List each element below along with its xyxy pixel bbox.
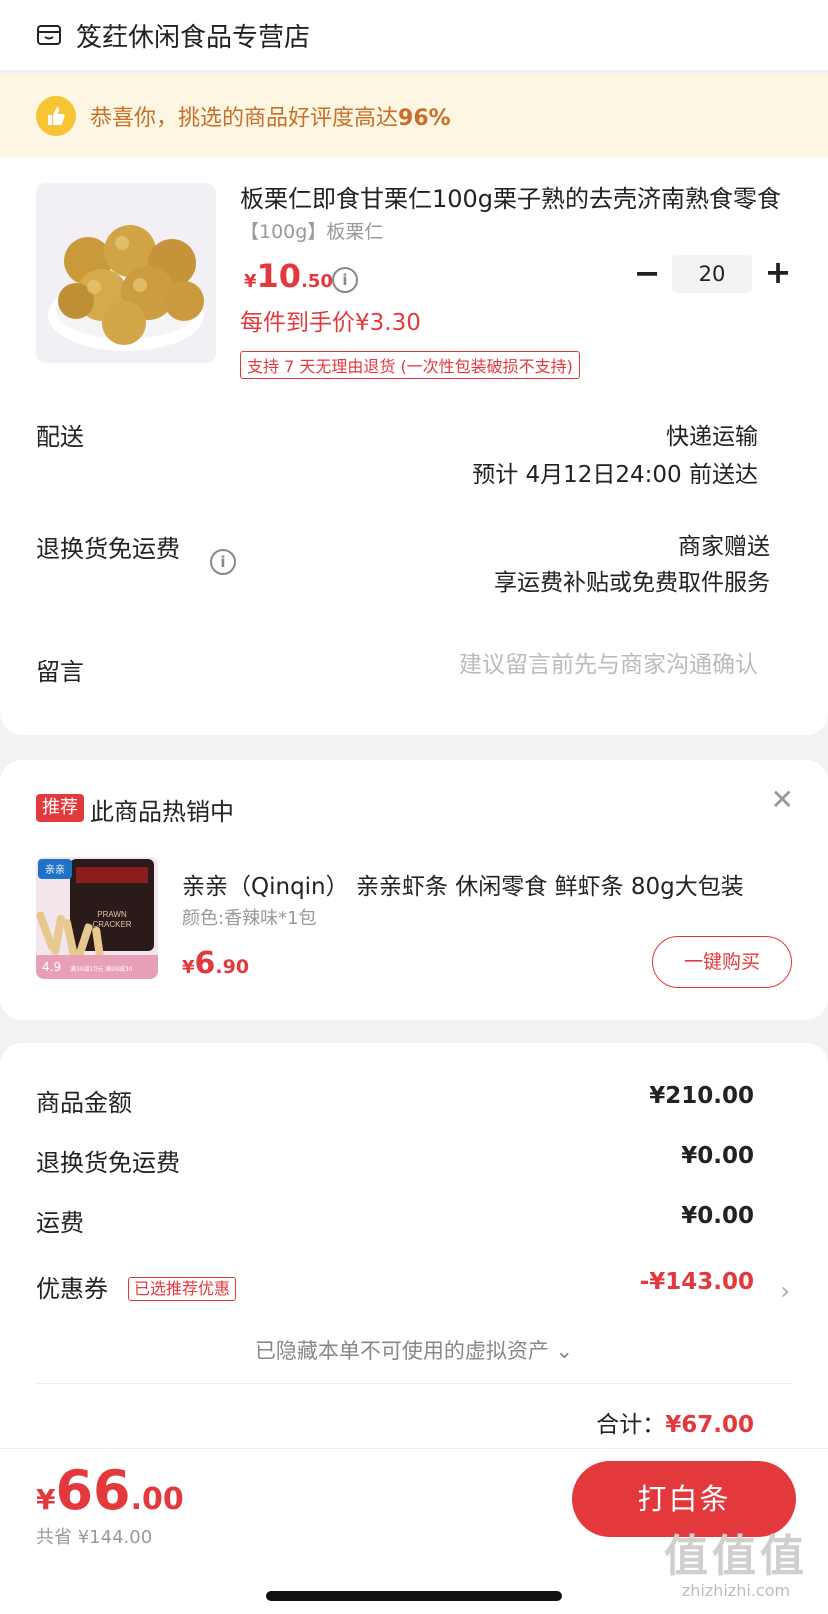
praise-percent: 96% [398, 106, 451, 131]
order-card: 板栗仁即食甘栗仁100g栗子熟的去壳济南熟食零食 【100g】板栗仁 ¥ 10 … [0, 157, 828, 735]
price-decimal: .50 [301, 271, 333, 292]
return-shipping-info-icon[interactable]: i [210, 549, 236, 575]
goods-amount-value: ¥210.00 [649, 1083, 754, 1109]
return-shipping-note: 享运费补贴或免费取件服务 [494, 570, 770, 596]
close-icon[interactable]: ✕ [771, 784, 794, 816]
coupon-label[interactable]: 优惠券 [36, 1269, 108, 1304]
product-image[interactable] [36, 183, 216, 363]
thumbs-up-icon [36, 96, 76, 136]
pay-button[interactable]: 打白条 [572, 1461, 796, 1537]
recommend-product-image[interactable]: PRAWN CRACKER 亲亲 4.9 满39减10元 满99减30 [36, 857, 158, 979]
price-currency: ¥ [244, 271, 257, 292]
coupon-value[interactable]: -¥143.00 [640, 1269, 754, 1295]
chestnut-illustration [36, 183, 216, 363]
freight-label: 运费 [36, 1209, 84, 1237]
return-shipping-fee-value: ¥0.00 [681, 1143, 754, 1169]
product-spec[interactable]: 【100g】板栗仁 [240, 217, 383, 244]
recommend-product-name[interactable]: 亲亲（Qinqin） 亲亲虾条 休闲零食 鲜虾条 80g大包装 [182, 867, 792, 901]
return-policy-tag: 支持 7 天无理由退货 (一次性包装破损不支持) [240, 351, 580, 379]
order-summary-card: 商品金额 ¥210.00 退换货免运费 ¥0.00 运费 ¥0.00 优惠券 已… [0, 1043, 828, 1463]
return-shipping-label: 退换货免运费 [36, 535, 180, 563]
price-info-icon[interactable]: i [332, 267, 358, 293]
pay-price: ¥ 66 .00 [36, 1459, 184, 1522]
recommend-brand-text: 亲亲 [45, 863, 65, 876]
return-shipping-fee-label: 退换货免运费 [36, 1149, 180, 1177]
recommend-product-spec: 颜色:香辣味*1包 [182, 908, 317, 929]
quantity-decrease-button[interactable]: − [632, 257, 662, 289]
coupon-tag: 已选推荐优惠 [128, 1277, 237, 1301]
store-header[interactable]: 笈荭休闲食品专营店 [0, 0, 828, 70]
checkout-bar: ¥ 66 .00 共省 ¥144.00 打白条 值值值 zhizhizhi.co… [0, 1448, 828, 1614]
chevron-right-icon[interactable]: › [780, 1277, 790, 1305]
recommend-badge: 推荐 [36, 794, 84, 822]
recommend-product-price: ¥ 6 .90 [182, 946, 250, 981]
product-title[interactable]: 板栗仁即食甘栗仁100g栗子熟的去壳济南熟食零食 [240, 179, 790, 214]
return-shipping-value: 商家赠送 [678, 534, 770, 560]
freight-value: ¥0.00 [681, 1203, 754, 1229]
goods-amount-label: 商品金额 [36, 1089, 132, 1117]
saved-amount: 共省 ¥144.00 [36, 1527, 153, 1548]
shrimp-snack-illustration: PRAWN CRACKER 亲亲 4.9 满39减10元 满99减30 [36, 857, 158, 979]
message-input[interactable] [338, 652, 758, 678]
recommend-title: 此商品热销中 [90, 798, 234, 826]
recommend-rating-text: 4.9 [42, 960, 61, 974]
divider [36, 1383, 792, 1384]
one-click-buy-button[interactable]: 一键购买 [652, 936, 792, 988]
per-item-price: 每件到手价¥3.30 [240, 310, 421, 336]
quantity-field[interactable]: 20 [672, 255, 752, 293]
quantity-increase-button[interactable]: + [762, 256, 794, 289]
store-icon [37, 25, 61, 45]
home-indicator[interactable] [266, 1591, 562, 1601]
banner-text: 恭喜你，挑选的商品好评度高达96% [90, 106, 451, 131]
store-name: 笈荭休闲食品专营店 [76, 22, 311, 53]
product-price: ¥ 10 .50 [244, 257, 333, 295]
recommend-promo-text: 满39减10元 满99减30 [70, 965, 133, 973]
delivery-label: 配送 [36, 423, 84, 451]
price-integer: 10 [256, 257, 302, 295]
recommend-card: 推荐 此商品热销中 ✕ PRAWN CRACKER 亲亲 4.9 满39减10元… [0, 760, 828, 1020]
delivery-method[interactable]: 快递运输 [666, 417, 758, 451]
svg-text:PRAWN: PRAWN [97, 910, 127, 919]
delivery-eta[interactable]: 预计 4月12日24:00 前送达 [472, 455, 758, 489]
hidden-assets-toggle[interactable]: 已隐藏本单不可使用的虚拟资产 ⌄ [0, 1335, 828, 1365]
order-total: 合计：¥67.00 [596, 1412, 754, 1438]
praise-banner: 恭喜你，挑选的商品好评度高达96% [0, 75, 828, 157]
watermark: 值值值 zhizhizhi.com [664, 1531, 808, 1601]
message-label: 留言 [36, 658, 84, 686]
